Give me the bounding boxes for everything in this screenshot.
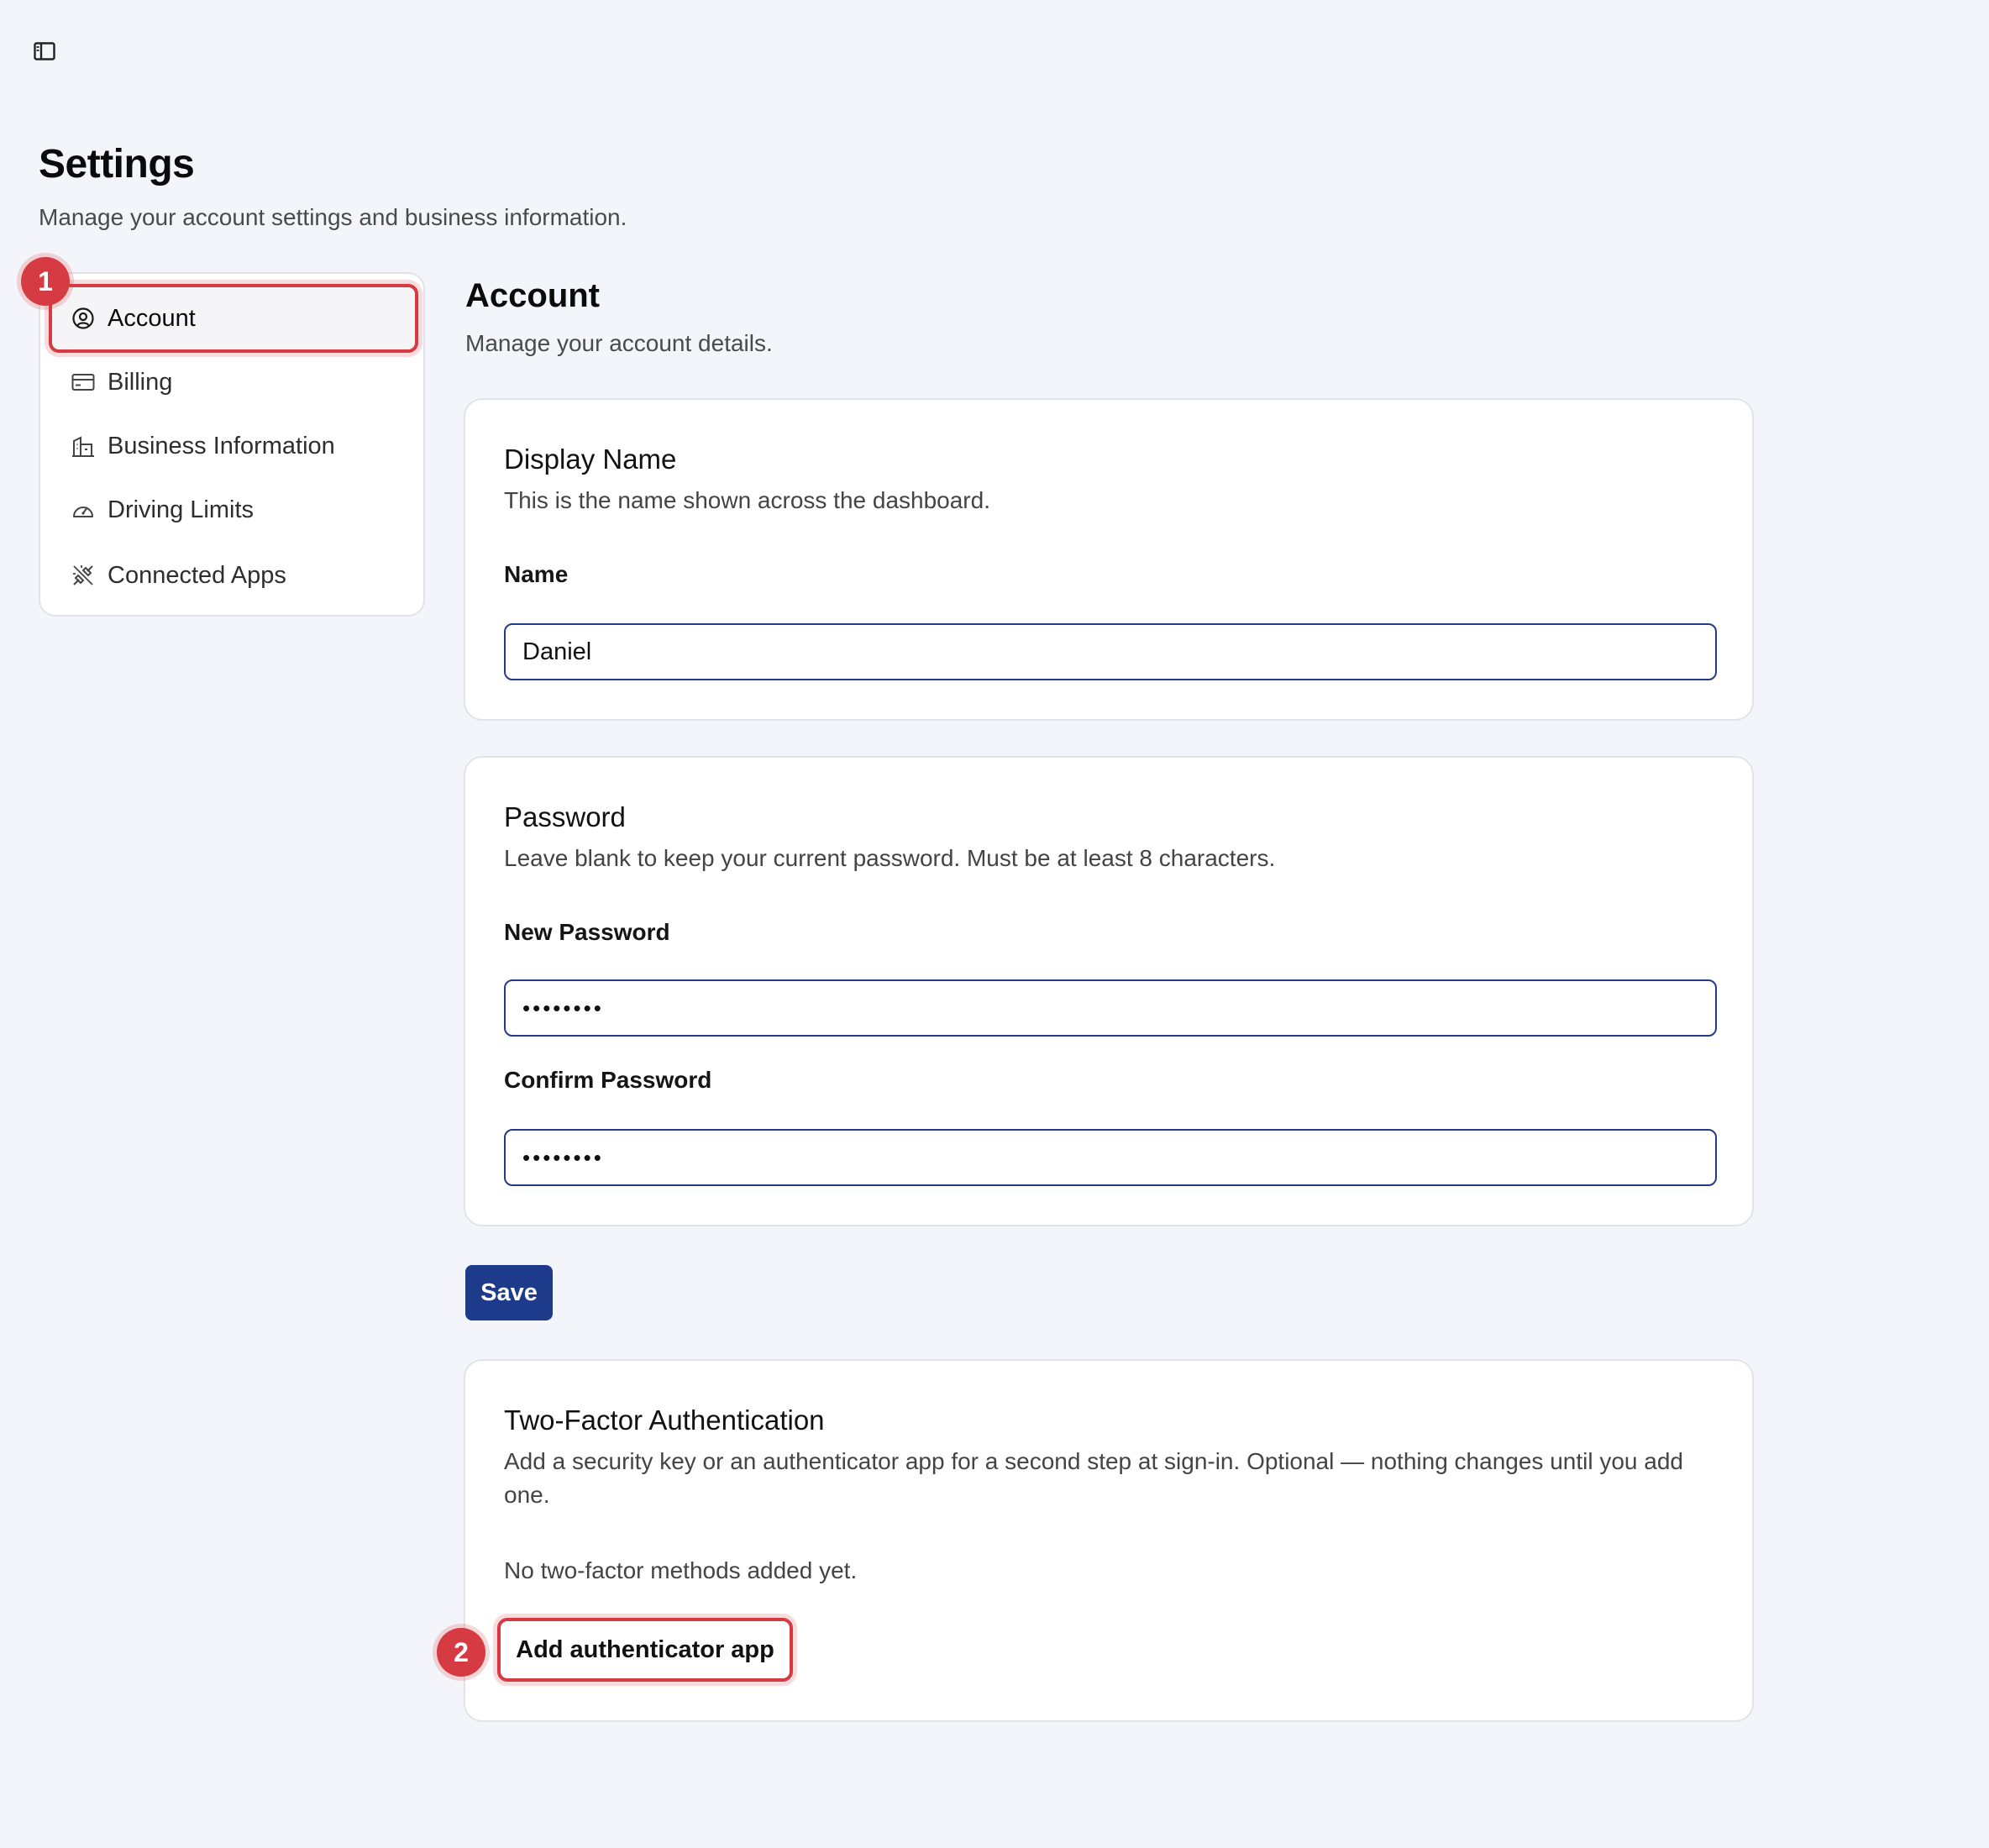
page-subtitle: Manage your account settings and busines… [39, 204, 627, 230]
password-card: Password Leave blank to keep your curren… [464, 756, 1754, 1226]
card-description: Add a security key or an authenticator a… [504, 1448, 1683, 1508]
confirm-password-input[interactable] [504, 1129, 1717, 1186]
save-button[interactable]: Save [465, 1265, 553, 1320]
building-icon [71, 433, 96, 459]
nav-item-label: Connected Apps [108, 561, 286, 589]
new-password-label: New Password [504, 919, 670, 945]
nav-item-account[interactable]: Account [49, 284, 418, 353]
gauge-icon [71, 497, 96, 522]
name-label: Name [504, 561, 569, 587]
nav-item-driving-limits[interactable]: Driving Limits [49, 480, 418, 539]
nav-item-label: Billing [108, 368, 173, 396]
card-description: Leave blank to keep your current passwor… [504, 845, 1276, 871]
credit-card-icon [71, 370, 96, 395]
section-title: Account [465, 277, 600, 314]
plug-disconnected-icon [71, 563, 96, 588]
page-title: Settings [39, 142, 195, 186]
new-password-input[interactable] [504, 979, 1717, 1037]
nav-item-label: Account [108, 304, 196, 332]
nav-item-business-information[interactable]: Business Information [49, 417, 418, 475]
settings-nav: Account Billing Business Information Dri… [39, 272, 425, 617]
nav-item-billing[interactable]: Billing [49, 353, 418, 412]
sidebar-toggle-icon[interactable] [32, 40, 57, 62]
settings-page: Settings Manage your account settings an… [0, 0, 1989, 1848]
step-marker-1: 1 [21, 257, 70, 306]
two-factor-empty-text: No two-factor methods added yet. [504, 1557, 858, 1583]
name-input[interactable] [504, 623, 1717, 680]
card-title: Display Name [504, 444, 677, 475]
card-title: Password [504, 801, 626, 832]
nav-item-connected-apps[interactable]: Connected Apps [49, 546, 418, 605]
card-description: This is the name shown across the dashbo… [504, 487, 990, 513]
add-authenticator-app-button[interactable]: Add authenticator app [497, 1618, 793, 1682]
nav-item-label: Business Information [108, 432, 335, 459]
display-name-card: Display Name This is the name shown acro… [464, 398, 1754, 721]
section-subtitle: Manage your account details. [465, 330, 773, 356]
two-factor-card: Two-Factor Authentication Add a security… [464, 1359, 1754, 1722]
confirm-password-label: Confirm Password [504, 1067, 712, 1093]
step-marker-2: 2 [437, 1628, 485, 1677]
user-circle-icon [71, 306, 96, 331]
nav-item-label: Driving Limits [108, 496, 255, 523]
card-title: Two-Factor Authentication [504, 1404, 825, 1436]
